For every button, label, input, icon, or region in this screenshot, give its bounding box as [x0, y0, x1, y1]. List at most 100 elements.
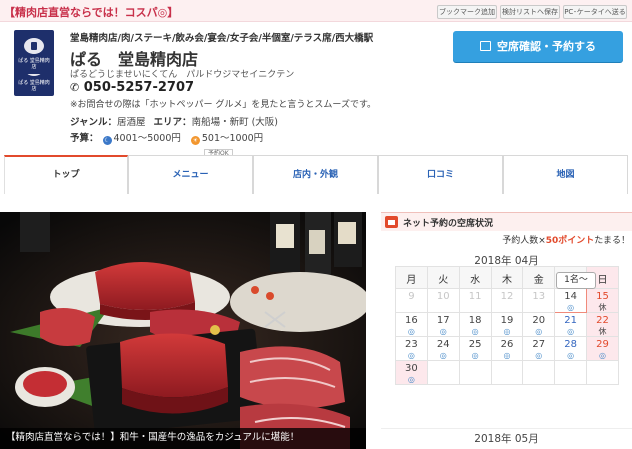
budget-dinner: 4001～5000円 — [113, 133, 181, 144]
available-mark-icon: ◎ — [407, 375, 415, 384]
calendar-day-number: 11 — [468, 291, 482, 302]
catch-copy: 【精肉店直営ならでは！コスパ◎】 — [4, 6, 179, 19]
available-mark-icon: ◎ — [503, 327, 511, 336]
available-mark-icon: ◎ — [535, 327, 543, 336]
calendar-day-number: 24 — [436, 339, 450, 350]
save-to-list-button[interactable]: 検討リストへ保存 — [500, 5, 560, 19]
available-mark-icon: ◎ — [471, 351, 479, 360]
calendar-day-12: 12 — [490, 288, 524, 313]
weekday-tue: 火 — [426, 266, 460, 289]
calendar-day-29[interactable]: 29 ◎ — [586, 336, 619, 361]
calendar-day-number: 17 — [436, 315, 450, 326]
dinner-moon-icon: ☾ — [102, 136, 112, 145]
calendar-day-number: 14 — [564, 291, 577, 302]
calendar-day-number: 21 — [564, 315, 577, 326]
party-size-selector[interactable]: 1名～ — [556, 272, 596, 289]
calendar-body: 9 10 11 12 13 14 ◎ 15 休 16 ◎ 17 ◎ 18 ◎ 19 ◎ 20 ◎ 21 ◎ 22 休 23 ◎ 2… — [395, 288, 619, 385]
weekday-thu: 木 — [490, 266, 524, 289]
calendar-day-number: 23 — [405, 339, 418, 350]
tab-bar: トップ メニュー 店内・外観 口コミ 地図 — [4, 155, 628, 194]
calendar-empty-cell — [586, 360, 619, 385]
calendar-day-27[interactable]: 27 ◎ — [522, 336, 556, 361]
phone-number-text: 050-5257-2707 — [83, 80, 195, 95]
calendar-day-23[interactable]: 23 ◎ — [395, 336, 428, 361]
available-mark-icon: ◎ — [503, 351, 511, 360]
calendar-day-number: 25 — [468, 339, 482, 350]
available-mark-icon: ◎ — [567, 303, 575, 312]
calendar-empty-cell — [522, 360, 556, 385]
logo-text: ぱる 堂島精肉店 — [18, 80, 50, 92]
calendar-day-21[interactable]: 21 ◎ — [554, 312, 588, 337]
calendar-day-number: 13 — [532, 291, 546, 302]
calendar-day-15: 15 休 — [586, 288, 619, 313]
calendar-day-number: 12 — [500, 291, 514, 302]
calendar-day-26[interactable]: 26 ◎ — [490, 336, 524, 361]
calendar-day-number: 20 — [532, 315, 546, 326]
calendar-panel-header: ネット予約の空席状況 — [381, 212, 632, 231]
weekday-wed: 水 — [458, 266, 492, 289]
calendar-week-row: 16 ◎ 17 ◎ 18 ◎ 19 ◎ 20 ◎ 21 ◎ 22 休 — [395, 312, 619, 337]
send-to-mobile-button[interactable]: PC･ケータイへ送る — [563, 5, 627, 19]
calendar-day-30[interactable]: 30 ◎ — [395, 360, 428, 385]
tab-map[interactable]: 地図 — [503, 155, 628, 194]
points-note: 予約人数×50ポイントたまる！ — [502, 233, 630, 246]
calendar-icon — [385, 216, 398, 228]
calendar-empty-cell — [554, 360, 588, 385]
logo-caption: ぱる 堂島精肉店 — [18, 58, 50, 70]
calendar-day-17[interactable]: 17 ◎ — [426, 312, 460, 337]
budget-line: 予算： ☾ 4001～5000円 ☀ 501～1000円 — [70, 130, 263, 145]
calendar-week-row: 9 10 11 12 13 14 ◎ 15 休 — [395, 288, 619, 313]
calendar-day-number: 22 — [596, 315, 609, 326]
available-mark-icon: ◎ — [535, 351, 543, 360]
calendar-day-number: 27 — [532, 339, 546, 350]
closed-mark: 休 — [598, 303, 607, 312]
area-link[interactable]: 南船場・新町 (大阪) — [192, 117, 278, 128]
calendar-day-number: 28 — [564, 339, 577, 350]
points-note-prefix: 予約人数× — [502, 236, 546, 246]
calendar-day-24[interactable]: 24 ◎ — [426, 336, 460, 361]
available-mark-icon: ◎ — [407, 327, 415, 336]
calendar-day-28[interactable]: 28 ◎ — [554, 336, 588, 361]
calendar-day-18[interactable]: 18 ◎ — [458, 312, 492, 337]
phone-icon: ✆ — [70, 81, 80, 94]
budget-label: 予算： — [70, 133, 99, 144]
points-note-points: 50ポイント — [545, 236, 595, 246]
calendar-day-16[interactable]: 16 ◎ — [395, 312, 428, 337]
tab-reviews[interactable]: 口コミ — [378, 155, 503, 194]
shop-name-kana: ぱるどうじませいにくてん パルドウジマセイニクテン — [70, 70, 295, 80]
calendar-day-number: 19 — [500, 315, 514, 326]
calendar-day-25[interactable]: 25 ◎ — [458, 336, 492, 361]
calendar-panel-title: ネット予約の空席状況 — [403, 219, 494, 229]
shop-header: ぱる 堂島精肉店 堂島精肉店/肉/ステーキ/飲み会/宴会/女子会/半個室/テラス… — [0, 22, 632, 152]
closed-mark: 休 — [598, 327, 607, 336]
tab-interior[interactable]: 店内・外観 — [253, 155, 378, 194]
phone-note: ※お問合せの際は「ホットペッパー グルメ」を見たと言うとスムーズです。 — [70, 100, 377, 110]
steak-photo-image — [0, 212, 366, 449]
available-mark-icon: ◎ — [439, 351, 447, 360]
calendar-day-number: 30 — [405, 363, 418, 374]
tab-menu[interactable]: メニュー — [128, 155, 253, 194]
calendar-day-9: 9 — [395, 288, 428, 313]
area-label: エリア： — [153, 117, 192, 128]
calendar-day-number: 9 — [408, 291, 415, 302]
bookmark-button[interactable]: ブックマーク追加 — [437, 5, 497, 19]
calendar-week-row: 30 ◎ — [395, 360, 619, 385]
available-mark-icon: ◎ — [471, 327, 479, 336]
calendar-month-may: 2018年 05月 — [381, 428, 632, 449]
calendar-day-number: 15 — [596, 291, 609, 302]
logo-crest-icon — [24, 38, 44, 54]
shop-logo-badge: ぱる 堂島精肉店 — [14, 30, 54, 74]
genre-link[interactable]: 居酒屋 — [117, 117, 146, 128]
tab-top[interactable]: トップ — [4, 155, 128, 194]
phone-number[interactable]: ✆ 050-5257-2707 — [70, 80, 194, 95]
calendar-icon — [480, 41, 491, 51]
reserve-button-label: 空席確認・予約する — [497, 40, 596, 53]
calendar-day-14[interactable]: 14 ◎ — [554, 288, 588, 313]
calendar-day-19[interactable]: 19 ◎ — [490, 312, 524, 337]
photo-caption: 【精肉店直営ならでは！】和牛・国産牛の逸品をカジュアルに堪能！ — [0, 428, 366, 449]
calendar-day-20[interactable]: 20 ◎ — [522, 312, 556, 337]
reserve-button[interactable]: 空席確認・予約する — [453, 31, 623, 62]
main-photo[interactable] — [0, 212, 366, 449]
available-mark-icon: ◎ — [439, 327, 447, 336]
weekday-mon: 月 — [395, 266, 428, 289]
